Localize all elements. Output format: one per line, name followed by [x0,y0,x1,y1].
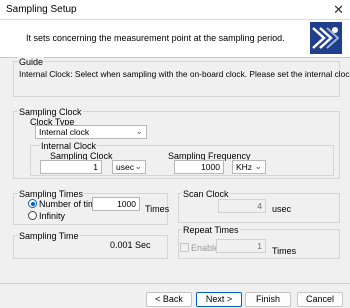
scan-clock-unit: usec [272,204,292,214]
next-button-label: Next > [205,294,233,304]
sampling-clock-unit-select[interactable]: usec ⌄ [112,160,146,174]
back-button[interactable]: < Back [146,292,192,307]
wizard-logo-icon [310,22,342,54]
back-button-label: < Back [155,294,183,304]
next-button[interactable]: Next > [196,292,242,307]
internal-clock-label: Internal Clock [40,141,98,151]
number-of-times-radio[interactable] [28,199,37,208]
number-of-times-unit: Times [145,204,170,214]
repeat-enable-checkbox [180,243,189,252]
title-bar: Sampling Setup ✕ [0,0,350,20]
header-description: It sets concerning the measurement point… [26,33,285,43]
guide-label: Guide [18,57,45,67]
number-of-times-input[interactable]: 1000 [92,197,140,211]
sampling-time-value: 0.001 Sec [110,240,151,250]
sampling-times-label: Sampling Times [18,189,85,199]
clock-type-select[interactable]: Internal clock ⌄ [35,125,147,139]
repeat-times-input: 1 [216,239,266,253]
guide-group [13,61,340,97]
sampling-clock-input[interactable]: 1 [40,160,102,174]
sampling-time-label: Sampling Time [18,231,80,241]
guide-text: Internal Clock: Select when sampling wit… [19,69,350,79]
repeat-enable-label: Enable [191,243,220,253]
clock-type-value: Internal clock [39,127,90,137]
footer-divider [0,283,350,284]
window-title: Sampling Setup [6,4,77,15]
sampling-frequency-input[interactable]: 1000 [174,160,224,174]
chevron-down-icon: ⌄ [135,126,143,136]
repeat-times-label: Repeat Times [182,225,240,235]
finish-button-label: Finish [255,294,280,304]
finish-button[interactable]: Finish [245,292,291,307]
close-icon[interactable]: ✕ [333,2,344,18]
scan-clock-label: Scan Clock [182,189,230,199]
chevron-down-icon: ⌄ [254,161,262,171]
chevron-down-icon: ⌄ [134,161,142,171]
infinity-label[interactable]: Infinity [39,211,65,221]
sampling-clock-unit-value: usec [116,162,134,172]
repeat-times-unit: Times [272,246,297,256]
cancel-button-label: Cancel [305,294,334,304]
infinity-radio[interactable] [28,211,37,220]
cancel-button[interactable]: Cancel [297,292,343,307]
sampling-frequency-unit-select[interactable]: KHz ⌄ [232,160,266,174]
sampling-clock-label: Sampling Clock [18,107,83,117]
sampling-frequency-unit-value: KHz [236,162,253,172]
wizard-header: It sets concerning the measurement point… [0,20,350,58]
scan-clock-value: 4 [218,199,266,213]
